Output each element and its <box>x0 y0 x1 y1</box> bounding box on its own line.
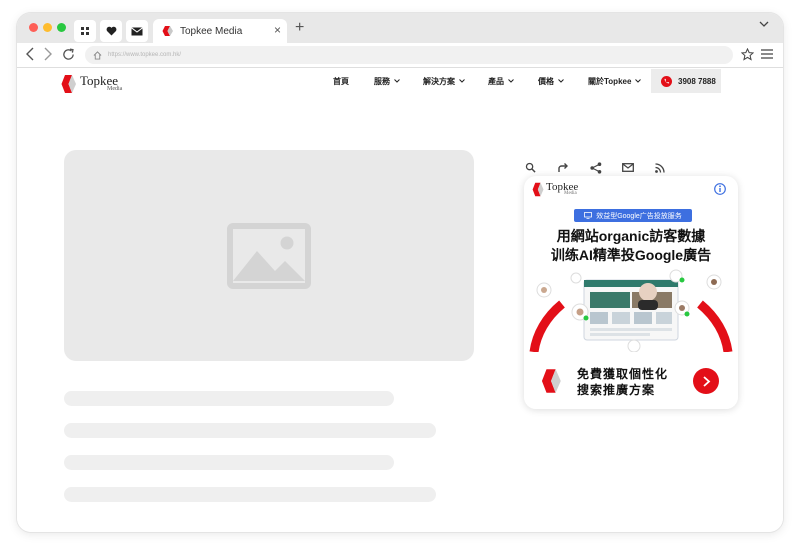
nav-label: 產品 <box>488 77 504 86</box>
chevron-down-icon <box>558 79 564 83</box>
ad-card[interactable]: Topkee Media 效益型Google广告投放服务 用網站organic訪… <box>524 176 738 409</box>
nav-item-services[interactable]: 服務 <box>374 76 400 87</box>
maximize-window-button[interactable] <box>57 23 66 32</box>
tab-title: Topkee Media <box>180 25 243 37</box>
redo-icon[interactable] <box>557 162 569 173</box>
mail-button[interactable] <box>126 20 148 42</box>
nav-item-products[interactable]: 產品 <box>488 76 514 87</box>
url-text: https://www.topkee.com.hk/ <box>108 52 182 58</box>
ad-cta-line-2: 搜索推廣方案 <box>577 383 656 397</box>
chevron-down-icon <box>394 79 400 83</box>
image-placeholder-icon <box>227 223 311 289</box>
ad-badge: 效益型Google广告投放服务 <box>574 209 692 222</box>
nav-label: 服務 <box>374 77 390 86</box>
heart-icon <box>106 26 116 36</box>
nav-item-solutions[interactable]: 解決方案 <box>423 76 465 87</box>
chevron-down-icon[interactable] <box>759 20 769 28</box>
ad-cta-button[interactable] <box>693 368 719 394</box>
apps-grid-button[interactable] <box>74 20 96 42</box>
ad-footer[interactable]: 免費獲取個性化 搜索推廣方案 <box>524 353 738 409</box>
nav-item-home[interactable]: 首頁 <box>333 76 349 87</box>
nav-item-about[interactable]: 關於Topkee <box>588 76 642 87</box>
search-icon[interactable] <box>525 162 536 173</box>
reload-icon[interactable] <box>62 48 75 61</box>
favorites-button[interactable] <box>100 20 122 42</box>
info-icon[interactable] <box>714 183 726 195</box>
nav-item-pricing[interactable]: 價格 <box>538 76 564 87</box>
phone-number: 3908 7888 <box>678 76 716 86</box>
chevron-down-icon <box>635 79 642 83</box>
phone-icon <box>661 75 672 87</box>
browser-toolbar: https://www.topkee.com.hk/ <box>17 43 783 68</box>
close-tab-button[interactable]: × <box>274 23 281 37</box>
tab-bar: Topkee Media × + <box>17 13 783 43</box>
close-window-button[interactable] <box>29 23 38 32</box>
home-icon <box>93 50 102 60</box>
browser-window: Topkee Media × + https://www.topkee.com.… <box>17 13 783 532</box>
nav-label: 關於Topkee <box>588 77 632 86</box>
ad-cta-line-1: 免費獲取個性化 <box>577 367 669 381</box>
apps-grid-icon <box>81 27 89 35</box>
ad-illustration <box>529 269 733 352</box>
topkee-favicon-icon <box>162 26 173 36</box>
minimize-window-button[interactable] <box>43 23 52 32</box>
forward-icon[interactable] <box>43 47 53 61</box>
text-placeholder-line <box>64 487 436 502</box>
share-icon[interactable] <box>590 162 602 174</box>
mail-icon <box>131 26 143 35</box>
ad-headline-line-1: 用網站organic訪客數據 <box>556 228 706 244</box>
nav-label: 價格 <box>538 77 554 86</box>
website-page: Topkee Media 首頁 服務 解決方案 產品 價格 關於Topkee 3… <box>17 68 783 532</box>
phone-button[interactable]: 3908 7888 <box>651 69 721 93</box>
ad-headline-line-2: 训练AI精準投Google廣告 <box>550 247 712 263</box>
hero-image-placeholder <box>64 150 474 361</box>
arrow-right-icon <box>702 375 710 387</box>
monitor-icon <box>584 212 593 219</box>
address-bar[interactable]: https://www.topkee.com.hk/ <box>85 46 733 64</box>
menu-icon[interactable] <box>761 49 773 59</box>
chevron-down-icon <box>508 79 514 83</box>
topkee-logo-icon <box>61 75 76 93</box>
active-tab[interactable]: Topkee Media × <box>153 19 287 43</box>
topkee-logo-icon <box>532 182 544 197</box>
rss-icon[interactable] <box>655 163 665 173</box>
star-icon[interactable] <box>741 48 754 61</box>
logo-subtitle: Media <box>107 86 123 92</box>
screenshot-stage: Topkee Media × + https://www.topkee.com.… <box>0 0 800 544</box>
ad-badge-text: 效益型Google广告投放服务 <box>596 212 682 220</box>
nav-label: 解決方案 <box>423 77 455 86</box>
nav-label: 首頁 <box>333 77 349 86</box>
site-logo[interactable]: Topkee Media <box>61 72 141 94</box>
text-placeholder-line <box>64 391 394 406</box>
email-icon[interactable] <box>622 163 634 172</box>
text-placeholder-line <box>64 423 436 438</box>
text-placeholder-line <box>64 455 394 470</box>
back-icon[interactable] <box>25 47 35 61</box>
new-tab-button[interactable]: + <box>295 19 304 37</box>
ad-logo-subtitle: Media <box>564 191 577 196</box>
chevron-down-icon <box>459 79 465 83</box>
topkee-logo-icon <box>541 369 561 393</box>
